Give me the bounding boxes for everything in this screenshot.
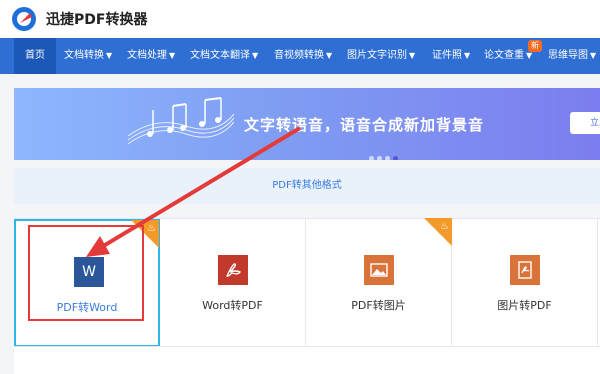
card-pdf-to-image[interactable]: PDF转图片 ♨	[306, 218, 452, 347]
nav-item-home[interactable]: 首页	[14, 38, 56, 74]
nav-item-av-convert[interactable]: 音视频转换 ▼	[274, 38, 332, 74]
nav-item-doc-convert[interactable]: 文档转换 ▼	[64, 38, 112, 74]
promo-banner[interactable]: 文字转语音，语音合成新加背景音 立即	[14, 88, 600, 160]
chevron-down-icon: ▼	[326, 51, 333, 60]
chevron-down-icon: ▼	[252, 51, 259, 60]
highlight-box	[28, 225, 144, 321]
image-icon	[364, 255, 394, 285]
tool-card-grid-next-row	[14, 346, 600, 374]
carousel-dots	[369, 146, 401, 160]
app-logo-icon	[12, 7, 36, 31]
card-label: Word转PDF	[202, 299, 263, 312]
music-notes-icon	[127, 97, 235, 145]
chevron-down-icon: ▼	[409, 51, 416, 60]
banner-action-button[interactable]: 立即	[570, 112, 600, 134]
main-navbar: 首页 文档转换 ▼ 文档处理 ▼ 文档文本翻译 ▼ 音视频转换 ▼ 图片文字识别 ▼ 证件…	[0, 38, 600, 74]
carousel-dot[interactable]	[377, 156, 382, 160]
app-title: 迅捷PDF转换器	[46, 12, 148, 28]
flame-icon: ♨	[440, 221, 449, 232]
nav-item-mindmap[interactable]: 思维导图 ▼	[548, 38, 596, 74]
nav-item-plagiarism[interactable]: 论文查重 ▼	[484, 38, 532, 74]
nav-item-ocr[interactable]: 图片文字识别 ▼	[347, 38, 415, 74]
nav-item-doc-process[interactable]: 文档处理 ▼	[127, 38, 175, 74]
flame-icon: ♨	[147, 223, 156, 234]
format-category-tab[interactable]: PDF转其他格式	[14, 168, 600, 204]
pdf-file-icon	[510, 255, 540, 285]
card-label: 图片转PDF	[497, 299, 552, 312]
nav-item-doc-translate[interactable]: 文档文本翻译 ▼	[190, 38, 258, 74]
card-word-to-pdf[interactable]: Word转PDF	[160, 219, 306, 347]
pdf-icon	[218, 255, 248, 285]
chevron-down-icon: ▼	[169, 51, 176, 60]
carousel-dot[interactable]	[369, 156, 374, 160]
carousel-dot-active[interactable]	[393, 156, 398, 160]
banner-headline: 文字转语音，语音合成新加背景音	[244, 116, 485, 134]
new-badge: 新	[528, 40, 542, 52]
card-image-to-pdf[interactable]: 图片转PDF	[452, 219, 598, 347]
chevron-down-icon: ▼	[106, 51, 113, 60]
chevron-down-icon: ▼	[590, 51, 597, 60]
nav-item-id-photo[interactable]: 证件照 ▼	[432, 38, 470, 74]
card-label: PDF转图片	[351, 299, 406, 312]
format-category-label: PDF转其他格式	[272, 180, 342, 191]
carousel-dot[interactable]	[385, 156, 390, 160]
title-bar: 迅捷PDF转换器	[0, 0, 600, 38]
chevron-down-icon: ▼	[464, 51, 471, 60]
